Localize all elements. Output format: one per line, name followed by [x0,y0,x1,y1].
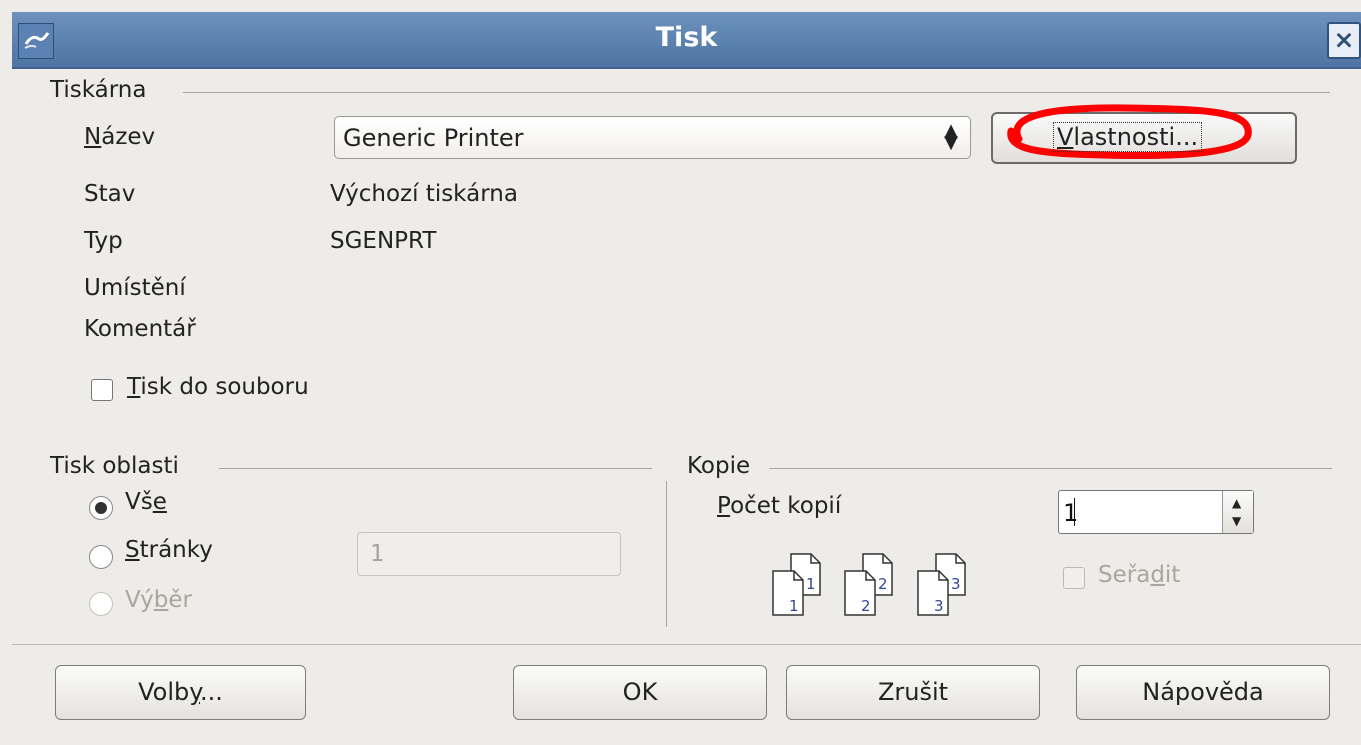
pages-input-value: 1 [370,541,385,567]
radio-all[interactable] [89,496,113,520]
radio-selected-dot [95,502,107,514]
ok-button[interactable]: OK [513,665,767,720]
options-button[interactable]: Volby... [55,665,306,720]
section-divider [666,481,667,627]
radio-pages-label: Stránky [125,537,213,563]
radio-selection-label: Výběr [125,587,192,613]
close-button[interactable]: × [1327,22,1361,59]
copies-section-rule [769,468,1332,469]
type-label: Typ [84,228,123,254]
radio-selection[interactable] [89,592,113,616]
updown-arrow-icon: ▲ ▼ [944,120,958,153]
help-button[interactable]: Nápověda [1076,665,1330,720]
title-bar: Tisk × [12,12,1361,69]
properties-label: Vlastnosti... [1053,122,1203,152]
status-label: Stav [84,181,136,207]
collate-label: Seřadit [1098,562,1181,588]
print-range-section-title: Tisk oblasti [50,453,179,479]
copy-1-front-number: 1 [789,597,799,615]
copy-2-icon: 2 2 [843,552,893,617]
copies-count-value: 1 [1063,499,1079,527]
spinner-buttons[interactable]: ▲ ▼ [1222,491,1253,533]
print-to-file-checkbox[interactable] [91,379,113,401]
copies-count-label: Počet kopií [717,493,842,519]
increment-arrow-icon[interactable]: ▲ [1232,497,1241,509]
copies-section-title: Kopie [687,453,751,479]
properties-button[interactable]: Vlastnosti... [991,104,1297,164]
print-dialog: Tiskárna Název Generic Printer ▲ ▼ Vlastn… [12,69,1361,745]
copy-2-front-number: 2 [861,597,871,615]
printer-name-label: Název [84,124,156,150]
printer-section-title: Tiskárna [50,77,147,103]
print-range-section-rule [219,468,652,469]
decrement-arrow-icon[interactable]: ▼ [1232,515,1241,527]
cancel-button[interactable]: Zrušit [786,665,1040,720]
collate-checkbox[interactable] [1063,567,1085,589]
copy-1-icon: 1 1 [771,552,821,617]
copy-3-back-number: 3 [951,575,961,593]
comment-label: Komentář [84,316,196,342]
print-to-file-label: Tisk do souboru [127,374,309,400]
pages-input[interactable]: 1 [357,532,621,576]
printer-name-value: Generic Printer [343,124,524,152]
printer-name-select[interactable]: Generic Printer ▲ ▼ [334,116,971,159]
button-bar-divider [12,644,1361,645]
location-label: Umístění [84,275,186,301]
radio-all-label: Vše [125,489,167,515]
printer-section-rule [183,92,1330,93]
copy-3-front-number: 3 [934,597,944,615]
text-caret [1074,498,1075,526]
copy-3-icon: 3 3 [916,552,966,617]
type-value: SGENPRT [330,228,437,254]
radio-pages[interactable] [89,545,113,569]
copies-count-spinner[interactable]: 1 ▲ ▼ [1058,490,1254,534]
copy-1-back-number: 1 [806,575,816,593]
status-value: Výchozí tiskárna [330,181,518,207]
copy-2-back-number: 2 [878,575,888,593]
window-title: Tisk [655,22,718,53]
